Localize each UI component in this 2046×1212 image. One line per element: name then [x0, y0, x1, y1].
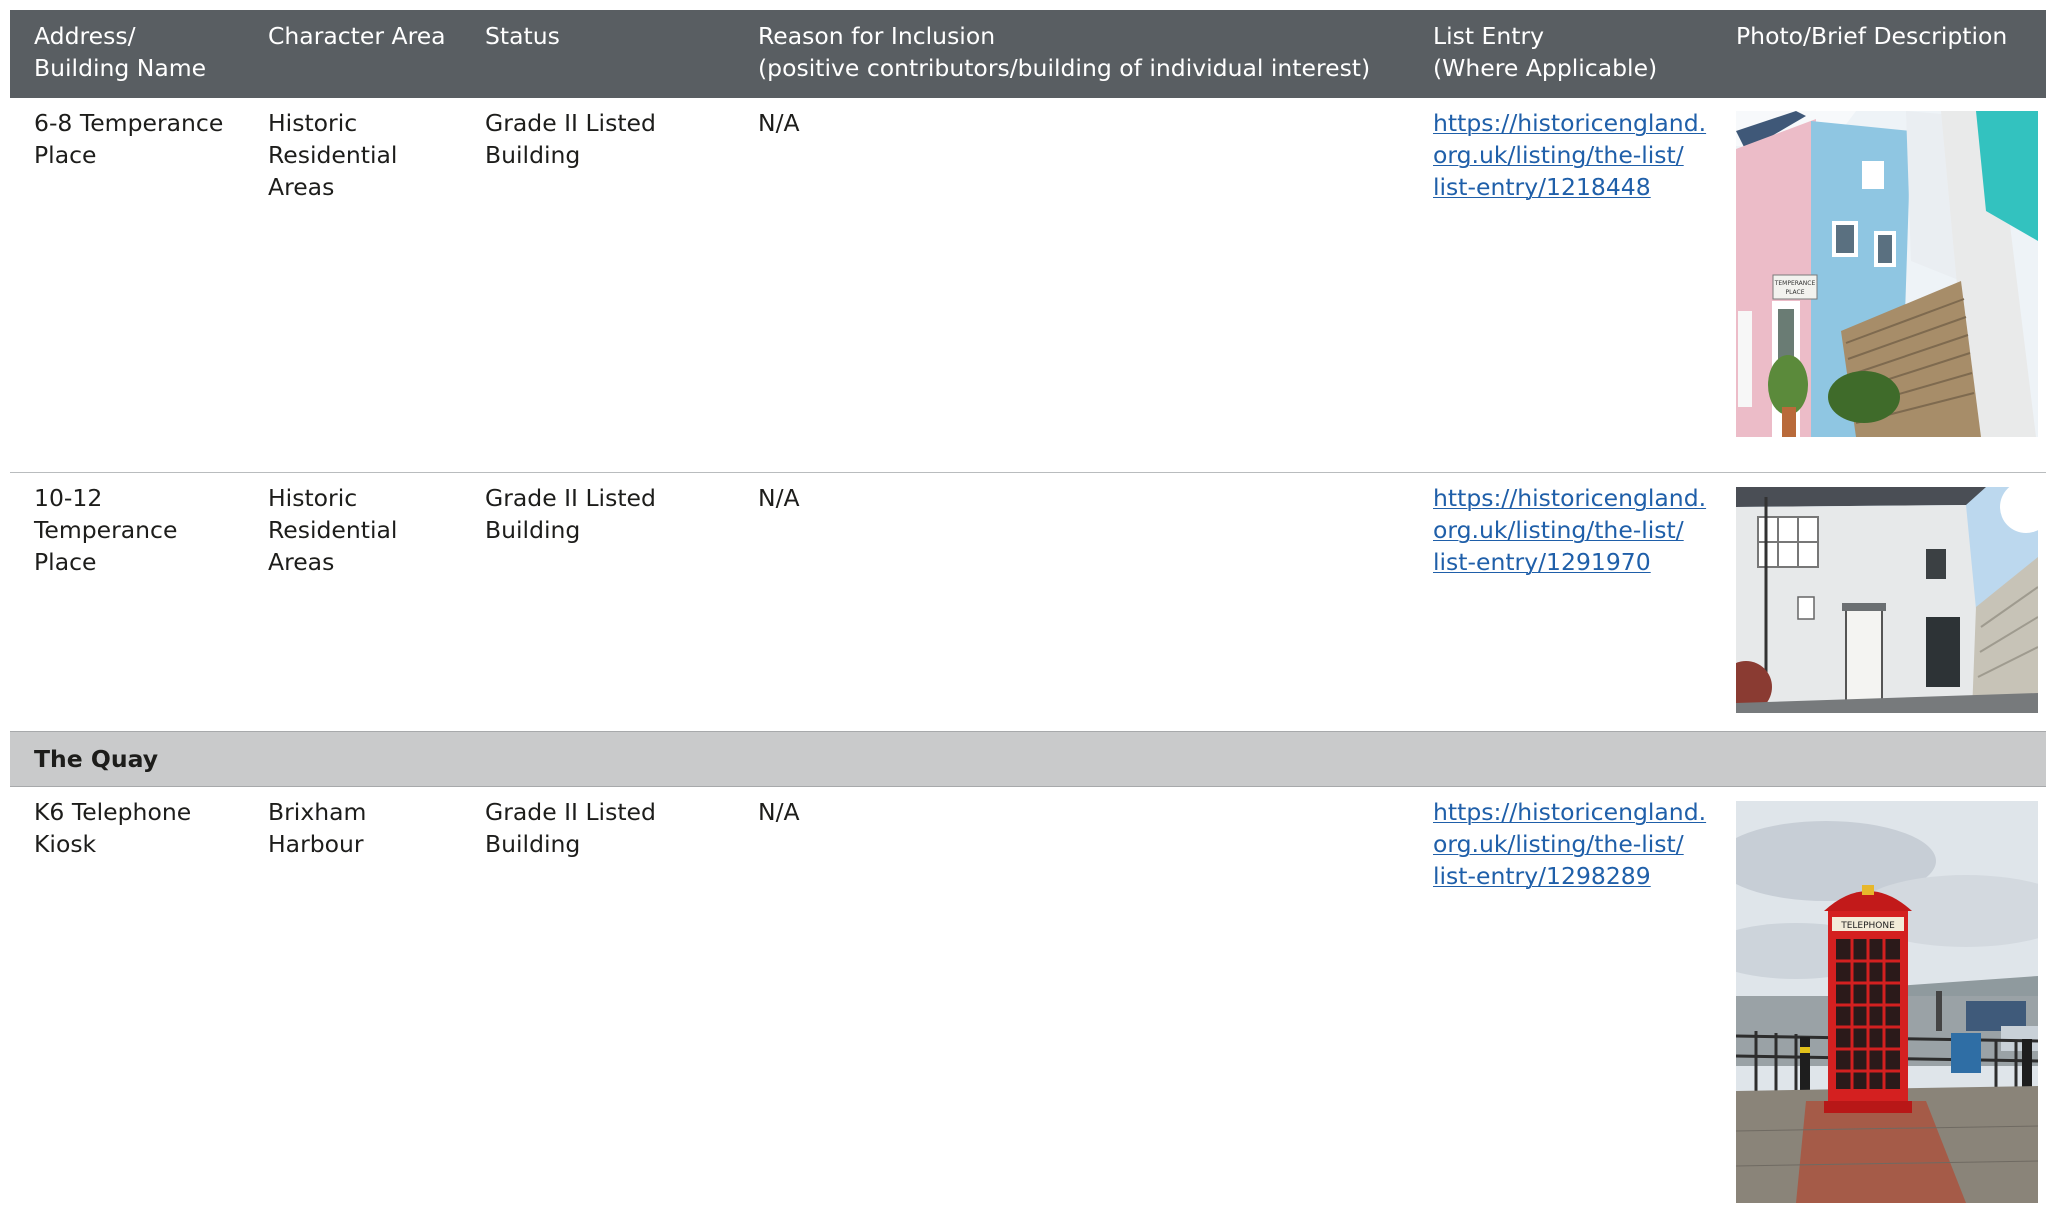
table-row: 10-12 Temperance Place Historic Residential… — [10, 473, 2046, 731]
status-cell: Grade II Listed Building — [485, 109, 656, 169]
address-cell: 10-12 Temperance Place — [34, 484, 178, 576]
address-cell: 6-8 Temperance Place — [34, 109, 224, 169]
temperance-place-sign: TEMPERANCE PLACE — [1772, 274, 1818, 300]
k6-kiosk: TELEPHONE — [1824, 885, 1912, 1113]
list-entry-link[interactable]: https://historicengland. org.uk/listing/t… — [1433, 484, 1706, 576]
table-header: Address/Building Name Character Area Sta… — [10, 10, 2046, 98]
header-character-area: Character Area — [268, 22, 446, 50]
group-title: The Quay — [34, 745, 159, 773]
svg-text:TEMPERANCE: TEMPERANCE — [1774, 280, 1816, 287]
address-cell: K6 Telephone Kiosk — [34, 798, 192, 858]
header-address: Address/Building Name — [34, 22, 207, 82]
list-entry-cell: https://historicengland. org.uk/listing/t… — [1433, 796, 1723, 892]
photo-white-cottage — [1736, 487, 2038, 713]
list-entry-link[interactable]: https://historicengland. org.uk/listing/t… — [1433, 109, 1706, 201]
header-reason: Reason for Inclusion (positive contributo… — [758, 22, 1371, 82]
character-area-cell: Historic Residential Areas — [268, 484, 398, 576]
status-cell: Grade II Listed Building — [485, 484, 656, 544]
photo-k6-telephone-kiosk: TELEPHONE — [1736, 801, 2038, 1203]
character-area-cell: Historic Residential Areas — [268, 109, 398, 201]
header-status: Status — [485, 22, 560, 50]
list-entry-cell: https://historicengland. org.uk/listing/t… — [1433, 107, 1723, 203]
header-list-entry: List Entry (Where Applicable) — [1433, 22, 1658, 82]
table-row: K6 Telephone Kiosk Brixham Harbour Grade I… — [10, 787, 2046, 1207]
character-area-cell: Brixham Harbour — [268, 798, 367, 858]
listed-buildings-table: Address/Building Name Character Area Sta… — [10, 10, 2046, 1207]
photo-temperance-place-stairs: TEMPERANCE PLACE — [1736, 111, 2038, 437]
reason-cell: N/A — [758, 484, 800, 512]
reason-cell: N/A — [758, 798, 800, 826]
section-group-header: The Quay — [10, 731, 2046, 787]
kiosk-sign-text: TELEPHONE — [1840, 921, 1895, 931]
reason-cell: N/A — [758, 109, 800, 137]
list-entry-cell: https://historicengland. org.uk/listing/t… — [1433, 482, 1723, 578]
list-entry-link[interactable]: https://historicengland. org.uk/listing/t… — [1433, 798, 1706, 890]
svg-text:PLACE: PLACE — [1785, 289, 1804, 296]
status-cell: Grade II Listed Building — [485, 798, 656, 858]
header-photo: Photo/Brief Description — [1736, 22, 2008, 50]
table-row: 6-8 Temperance Place Historic Residential A… — [10, 98, 2046, 473]
